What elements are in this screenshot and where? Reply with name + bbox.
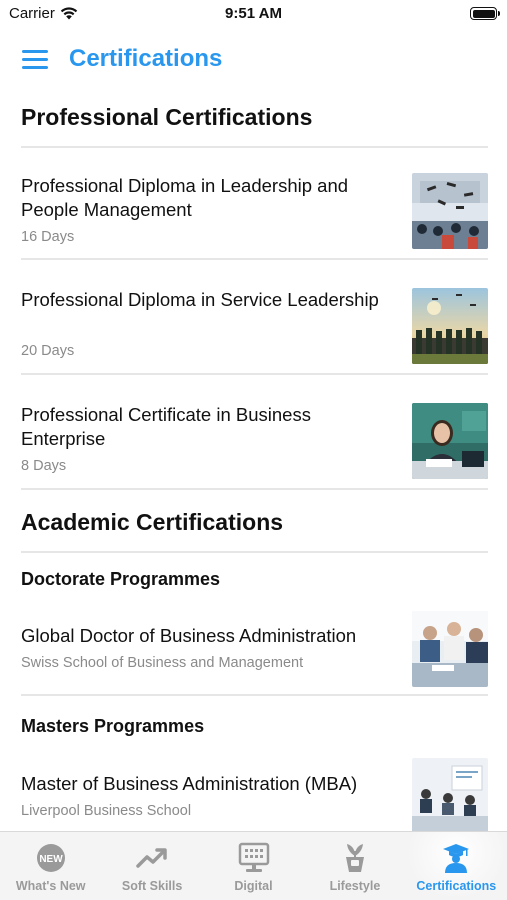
certification-title: Global Doctor of Business Administration xyxy=(21,625,357,646)
svg-text:NEW: NEW xyxy=(39,854,63,865)
certification-title: Professional Certificate in Business Ent… xyxy=(21,404,311,449)
section-title-professional: Professional Certifications xyxy=(21,104,313,130)
section-title-academic: Academic Certifications xyxy=(21,509,284,535)
graduation-cap-toss-photo xyxy=(412,173,488,249)
subsection-title-masters: Masters Programmes xyxy=(21,716,205,736)
conference-room-photo xyxy=(412,758,488,831)
subsection-title-doctorate: Doctorate Programmes xyxy=(21,569,221,589)
certification-item[interactable]: Professional Certificate in Business Ent… xyxy=(0,375,507,488)
tab-label: Lifestyle xyxy=(329,879,381,893)
status-time: 9:51 AM xyxy=(225,5,282,22)
hamburger-menu-icon[interactable] xyxy=(22,50,48,70)
certification-duration: 20 Days xyxy=(21,343,75,359)
divider xyxy=(21,551,488,553)
tab-digital[interactable]: Digital xyxy=(203,832,304,900)
tab-label: Soft Skills xyxy=(121,879,183,893)
tab-whats-new[interactable]: NEW What's New xyxy=(0,832,101,900)
certification-duration: 16 Days xyxy=(21,229,75,245)
tab-label: Certifications xyxy=(416,879,497,893)
business-meeting-photo xyxy=(412,611,488,687)
tab-label: Digital xyxy=(234,879,273,893)
tab-bar: NEW What's New Soft Skills Digital Lifes… xyxy=(0,831,507,900)
certification-title: Master of Business Administration (MBA) xyxy=(21,773,358,794)
certification-title: Professional Diploma in Service Leadersh… xyxy=(21,289,379,310)
digital-board-icon xyxy=(237,842,271,874)
certifications-list[interactable]: Professional Certifications Professional… xyxy=(0,82,507,831)
graduates-sunset-photo xyxy=(412,288,488,364)
page-title: Certifications xyxy=(69,45,223,72)
divider xyxy=(21,694,488,696)
graduate-person-icon xyxy=(439,842,473,874)
tab-label: What's New xyxy=(15,879,86,893)
tab-lifestyle[interactable]: Lifestyle xyxy=(304,832,405,900)
certification-item[interactable]: Global Doctor of Business Administration… xyxy=(0,596,507,694)
new-badge-icon: NEW xyxy=(34,842,68,874)
tab-soft-skills[interactable]: Soft Skills xyxy=(101,832,202,900)
battery-icon xyxy=(470,7,500,20)
tab-certifications[interactable]: Certifications xyxy=(405,832,507,900)
certification-provider: Liverpool Business School xyxy=(21,803,192,819)
certification-item[interactable]: Professional Diploma in Leadership and P… xyxy=(0,148,507,258)
plant-pot-icon xyxy=(338,842,372,874)
certification-item[interactable]: Professional Diploma in Service Leadersh… xyxy=(0,260,507,373)
trending-up-icon xyxy=(135,842,169,874)
certification-provider: Swiss School of Business and Management xyxy=(21,655,304,671)
divider xyxy=(21,488,488,490)
certification-item[interactable]: Master of Business Administration (MBA) … xyxy=(0,744,507,831)
businesswoman-desk-photo xyxy=(412,403,488,479)
navigation-bar: Certifications xyxy=(0,38,507,82)
certification-title: Professional Diploma in Leadership and P… xyxy=(21,175,349,220)
certification-duration: 8 Days xyxy=(21,458,67,474)
status-bar: Carrier 9:51 AM xyxy=(0,0,507,30)
